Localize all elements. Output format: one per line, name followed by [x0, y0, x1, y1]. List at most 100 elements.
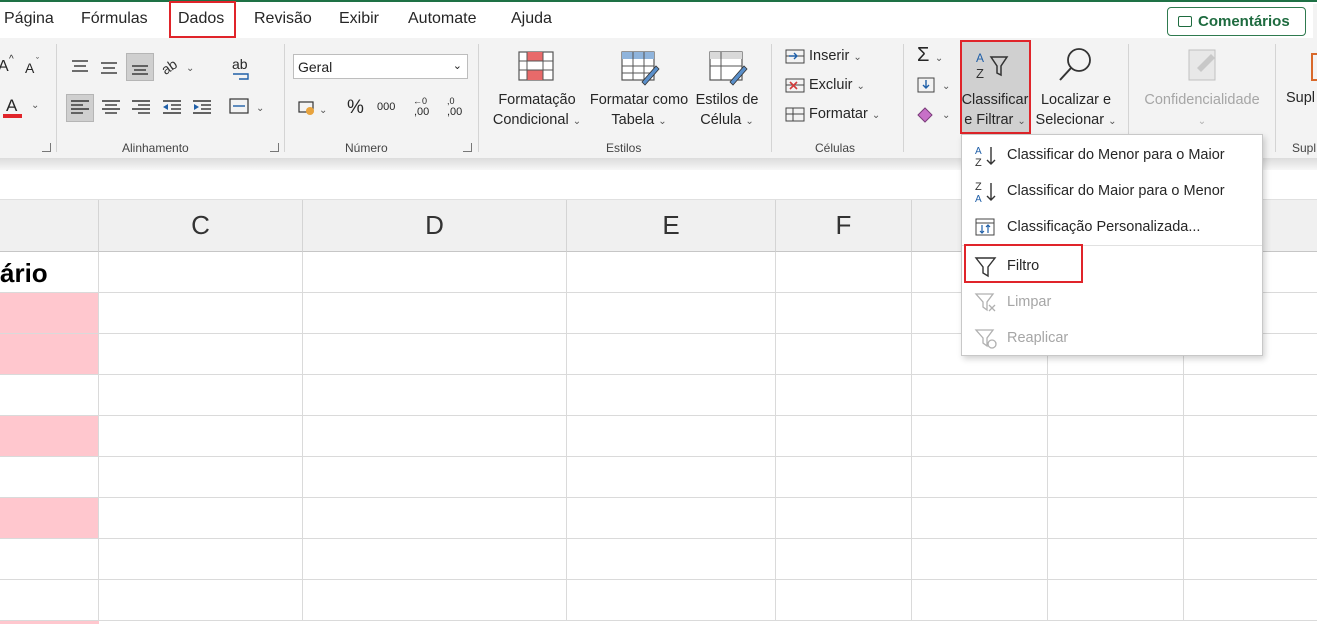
grid-cell[interactable] [776, 539, 912, 580]
column-header-b[interactable] [0, 200, 99, 252]
grid-cell[interactable] [0, 334, 99, 375]
sensitivity-button[interactable]: Confidencialidade ⌄ [1138, 90, 1266, 132]
tab-automate[interactable]: Automate [408, 10, 476, 28]
grid-cell[interactable] [1184, 580, 1317, 621]
grid-cell[interactable] [1048, 539, 1184, 580]
grid-cell[interactable] [303, 457, 567, 498]
horizontal-align-icons[interactable] [70, 99, 220, 117]
tab-exibir[interactable]: Exibir [339, 10, 379, 28]
grid-cell[interactable] [1184, 416, 1317, 457]
menu-item-sort-asc[interactable]: AZ Classificar do Menor para o Maior [962, 137, 1262, 173]
number-format-select[interactable]: Geral ⌄ [293, 54, 468, 79]
tab-revisao[interactable]: Revisão [254, 10, 312, 28]
grid-cell[interactable] [912, 580, 1048, 621]
cell-styles-button[interactable]: Estilos de Célula ⌄ [692, 90, 762, 132]
delete-button[interactable]: Excluir ⌄ [809, 77, 865, 93]
header-cell-text[interactable]: ário [0, 258, 48, 289]
format-as-table-button[interactable]: Formatar como Tabela ⌄ [586, 90, 692, 132]
conditional-format-button[interactable]: Formatação Condicional ⌄ [490, 90, 584, 132]
grid-cell[interactable] [912, 375, 1048, 416]
grid-cell[interactable] [99, 252, 303, 293]
grid-cell[interactable] [1184, 457, 1317, 498]
grid-cell[interactable] [1184, 539, 1317, 580]
grid-cell[interactable] [1048, 375, 1184, 416]
menu-item-sort-desc[interactable]: ZA Classificar do Maior para o Menor [962, 173, 1262, 209]
font-shrink-button[interactable]: A [25, 60, 34, 76]
grid-cell[interactable] [99, 498, 303, 539]
grid-cell[interactable] [0, 457, 99, 498]
font-launcher[interactable] [42, 143, 51, 152]
grid-cell[interactable] [567, 375, 776, 416]
column-header-e[interactable]: E [567, 200, 776, 252]
grid-cell[interactable] [1184, 498, 1317, 539]
grid-cell[interactable] [776, 293, 912, 334]
find-select-button[interactable]: Localizar e Selecionar ⌄ [1033, 90, 1119, 132]
grid-cell[interactable] [776, 457, 912, 498]
increase-decimal-button[interactable]: ,00 [414, 106, 429, 118]
eraser-icon[interactable]: ⌄ [916, 104, 956, 124]
grid-cell[interactable] [303, 293, 567, 334]
tab-ajuda[interactable]: Ajuda [511, 10, 552, 28]
format-button[interactable]: Formatar ⌄ [809, 106, 880, 122]
grid-cell[interactable] [99, 416, 303, 457]
tab-pagina[interactable]: Página [4, 10, 54, 28]
grid-cell[interactable] [99, 580, 303, 621]
grid-cell[interactable] [1048, 416, 1184, 457]
fill-icon[interactable]: ⌄ [916, 76, 956, 96]
column-header-c[interactable]: C [99, 200, 303, 252]
grid-cell[interactable] [776, 580, 912, 621]
grid-cell[interactable] [567, 293, 776, 334]
grid-cell[interactable] [0, 375, 99, 416]
grid-cell[interactable] [1184, 375, 1317, 416]
grid-cell[interactable] [0, 293, 99, 334]
grid-cell[interactable] [303, 375, 567, 416]
grid-cell[interactable] [99, 334, 303, 375]
percent-button[interactable]: % [347, 97, 364, 119]
grid-cell[interactable] [912, 457, 1048, 498]
orientation-icon[interactable]: ab ⌄ [161, 56, 197, 78]
grid-cell[interactable] [776, 334, 912, 375]
column-header-f[interactable]: F [776, 200, 912, 252]
grid-cell[interactable] [912, 498, 1048, 539]
decrease-decimal-button[interactable]: ,00 [447, 106, 462, 118]
grid-cell[interactable] [303, 416, 567, 457]
font-color-button[interactable]: A [6, 96, 17, 116]
insert-button[interactable]: Inserir ⌄ [809, 48, 862, 64]
grid-cell[interactable] [567, 498, 776, 539]
grid-cell[interactable] [776, 375, 912, 416]
tab-formulas[interactable]: Fórmulas [81, 10, 148, 28]
wrap-text-button[interactable]: ab [232, 56, 248, 72]
currency-icon[interactable]: ⌄ [297, 98, 331, 120]
grid-cell[interactable] [0, 580, 99, 621]
grid-cell[interactable] [567, 334, 776, 375]
grid-cell[interactable] [303, 539, 567, 580]
grid-cell[interactable] [99, 539, 303, 580]
grid-cell[interactable] [567, 457, 776, 498]
grid-cell[interactable] [303, 498, 567, 539]
grid-cell[interactable] [912, 416, 1048, 457]
grid-cell[interactable] [776, 498, 912, 539]
grid-cell[interactable] [567, 416, 776, 457]
grid-cell[interactable] [1048, 457, 1184, 498]
grid-cell[interactable] [567, 539, 776, 580]
alignment-launcher[interactable] [270, 143, 279, 152]
thousands-button[interactable]: 000 [377, 101, 395, 113]
grid-cell[interactable] [567, 252, 776, 293]
grid-cell[interactable] [567, 580, 776, 621]
addins-button[interactable]: Supl [1286, 90, 1315, 106]
merge-center-icon[interactable]: ⌄ [229, 97, 269, 117]
menu-item-reapply[interactable]: Reaplicar [962, 320, 1262, 356]
grid-cell[interactable] [776, 252, 912, 293]
grid-cell[interactable] [1048, 498, 1184, 539]
number-launcher[interactable] [463, 143, 472, 152]
grid-cell[interactable] [0, 498, 99, 539]
grid-cell[interactable] [0, 416, 99, 457]
grid-cell[interactable] [0, 539, 99, 580]
grid-cell[interactable] [303, 580, 567, 621]
grid-cell[interactable] [912, 539, 1048, 580]
grid-cell[interactable] [303, 334, 567, 375]
comments-button[interactable]: Comentários [1167, 7, 1306, 36]
autosum-icon[interactable]: Σ ⌄ [917, 44, 943, 67]
menu-item-clear[interactable]: Limpar [962, 284, 1262, 320]
grid-cell[interactable] [99, 457, 303, 498]
